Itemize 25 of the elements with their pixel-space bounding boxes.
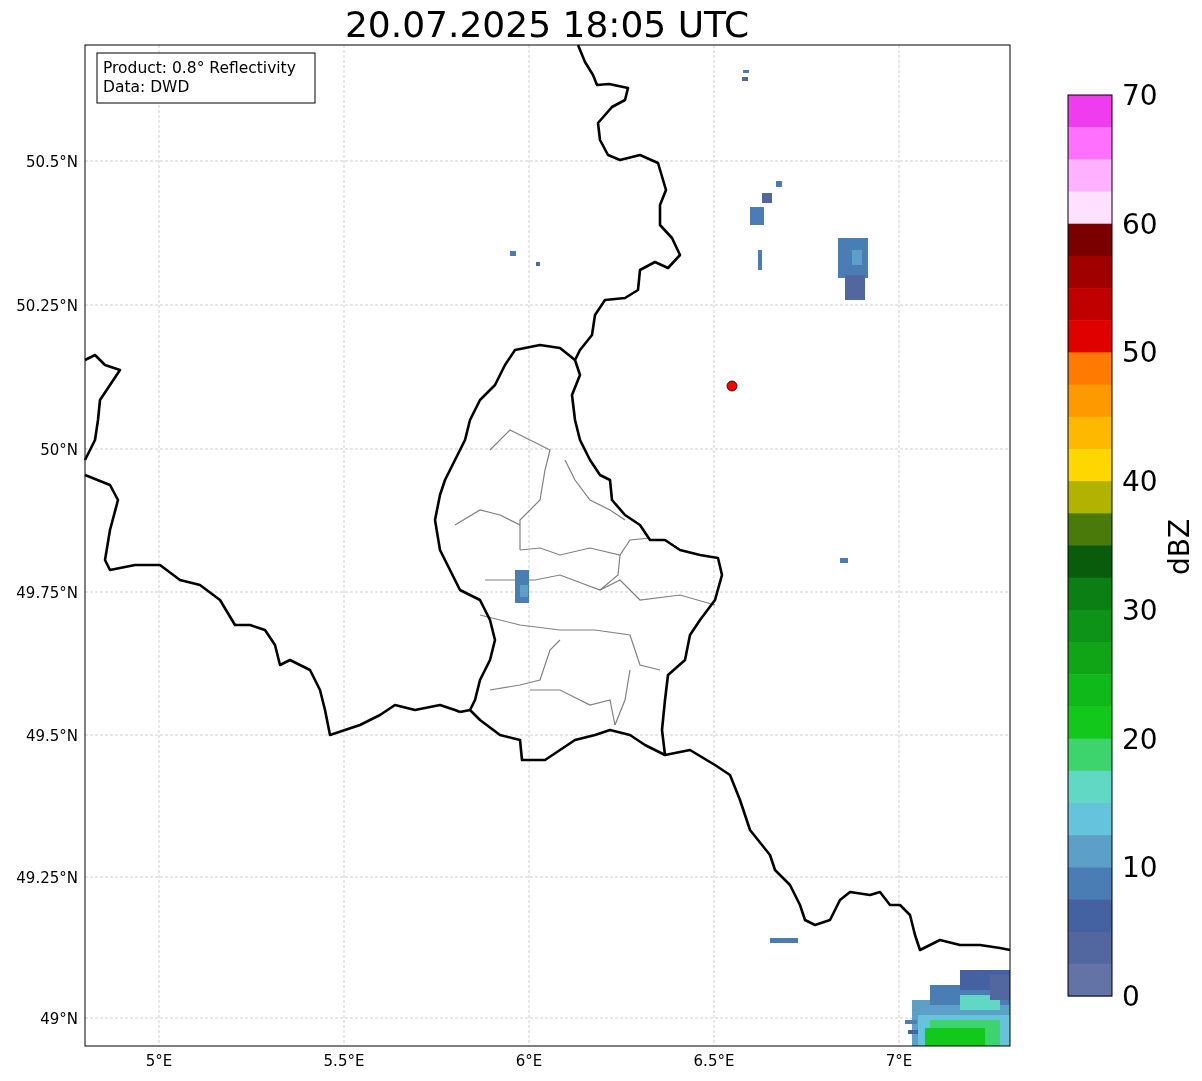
- latitude-label: 49°N: [40, 1010, 78, 1028]
- colorbar-tick-label: 10: [1122, 851, 1158, 885]
- colorbar-tick-label: 70: [1122, 79, 1158, 112]
- longitude-label: 6°E: [515, 1052, 543, 1070]
- latitude-label: 50°N: [40, 441, 78, 459]
- colorbar-tick-label: 0: [1122, 980, 1140, 1013]
- longitude-label: 5.5°E: [323, 1052, 365, 1070]
- latitude-label: 49.5°N: [25, 727, 78, 745]
- latitude-label: 49.25°N: [16, 869, 78, 887]
- latitude-label: 49.75°N: [16, 584, 78, 602]
- colorbar-label: dBZ: [1163, 518, 1196, 576]
- colorbar-tick-label: 40: [1122, 465, 1158, 499]
- info-text: Data: DWD: [103, 78, 190, 96]
- colorbar-tick-label: 60: [1122, 207, 1158, 241]
- latitude-label: 50.25°N: [16, 297, 78, 315]
- longitude-label: 5°E: [145, 1052, 173, 1070]
- plot-title: 20.07.2025 18:05 UTC: [344, 4, 750, 45]
- colorbar-tick-label: 20: [1122, 722, 1158, 756]
- colorbar-tick-label: 30: [1122, 593, 1158, 627]
- radar-site-marker: [726, 380, 738, 392]
- latitude-label: 50.5°N: [25, 153, 78, 171]
- longitude-label: 6.5°E: [693, 1052, 735, 1070]
- colorbar-tick-label: 50: [1122, 336, 1158, 370]
- info-text: Product: 0.8° Reflectivity: [103, 59, 296, 77]
- longitude-label: 7°E: [885, 1052, 913, 1070]
